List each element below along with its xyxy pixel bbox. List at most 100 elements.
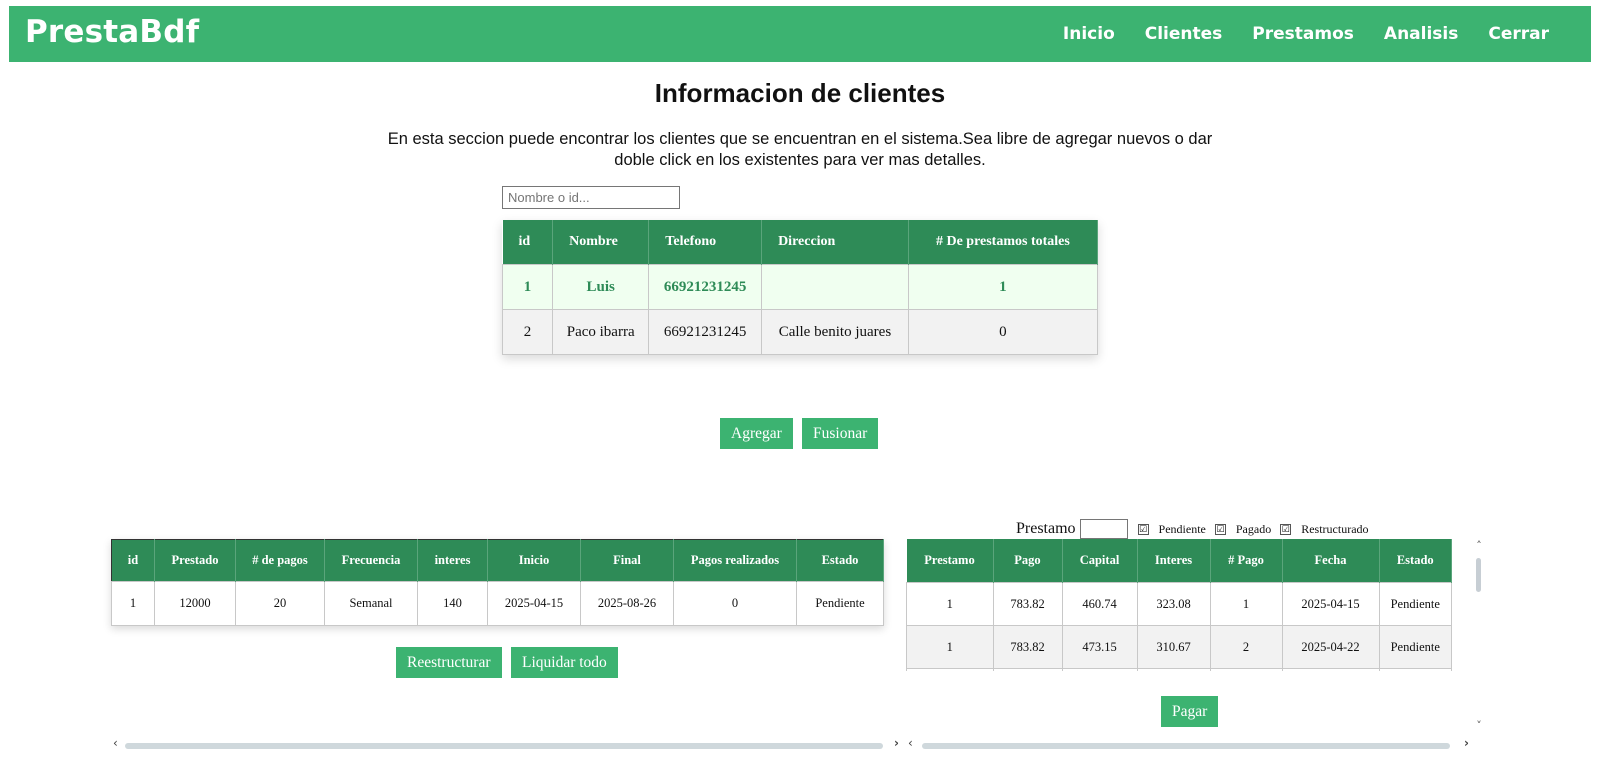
add-client-button[interactable]: Agregar: [720, 418, 793, 449]
cell-num-pago: 1: [1209, 582, 1283, 626]
cell-num-pago: 2: [1209, 625, 1283, 669]
chevron-down-icon[interactable]: ˅: [1474, 719, 1484, 732]
column-header-num-pagos: # de pagos: [235, 539, 325, 582]
page-title: Informacion de clientes: [654, 78, 946, 108]
cell-final: 2025-08-26: [580, 581, 674, 626]
nav-link-analisis[interactable]: Analisis: [1384, 24, 1458, 44]
cell-estado: Pendiente: [796, 581, 884, 626]
merge-clients-button[interactable]: Fusionar: [802, 418, 879, 449]
cell-inicio: 2025-04-15: [487, 581, 581, 626]
table-row[interactable]: 1 783.82 473.15 310.67 2 2025-04-22 Pend…: [906, 625, 1452, 669]
nav-link-inicio[interactable]: Inicio: [1063, 24, 1115, 44]
table-row[interactable]: 1 783.82 460.74 323.08 1 2025-04-15 Pend…: [906, 582, 1452, 626]
settle-all-button[interactable]: Liquidar todo: [511, 647, 618, 678]
cell-num-pagos: 20: [235, 581, 325, 626]
check-icon: ☑: [1139, 524, 1148, 535]
cell-fecha: 2025-04-22: [1281, 625, 1380, 669]
clients-table-header: id Nombre Telefono Direccion # De presta…: [502, 220, 1099, 265]
column-header-prestado: Prestado: [154, 539, 236, 582]
clients-table: id Nombre Telefono Direccion # De presta…: [501, 220, 1099, 355]
filter-restructurado-checkbox[interactable]: ☑: [1280, 523, 1292, 535]
page-description: En esta seccion puede encontrar los clie…: [387, 130, 1213, 169]
table-row[interactable]: 1 Luis 66921231245 1: [501, 264, 1099, 310]
pay-button[interactable]: Pagar: [1161, 696, 1219, 727]
column-header-prestamo: Prestamo: [906, 539, 994, 583]
cell-capital: [1061, 668, 1138, 671]
cell-fecha: 2025-04-15: [1281, 582, 1380, 626]
column-header-frecuencia: Frecuencia: [324, 539, 418, 582]
column-header-estado: Estado: [796, 539, 884, 582]
cell-estado: [1378, 668, 1452, 671]
cell-nombre: Luis: [552, 264, 650, 310]
search-input[interactable]: [502, 186, 680, 209]
cell-direccion: Calle benito juares: [761, 309, 909, 355]
cell-id: 2: [501, 309, 554, 355]
navbar: PrestaBdf Inicio Clientes Prestamos Anal…: [9, 6, 1591, 62]
restructure-button[interactable]: Reestructurar: [396, 647, 502, 678]
column-header-interes: interes: [417, 539, 488, 582]
payments-scroll-container[interactable]: Prestamo Pago Capital Interes # Pago Fec…: [906, 539, 1452, 671]
cell-num-pago: [1209, 668, 1283, 671]
cell-estado: Pendiente: [1378, 582, 1452, 626]
payments-table: Prestamo Pago Capital Interes # Pago Fec…: [906, 539, 1452, 671]
column-header-fecha: Fecha: [1282, 539, 1380, 583]
chevron-left-icon[interactable]: ‹: [113, 736, 118, 750]
cell-prestamo: 1: [906, 625, 994, 669]
column-header-num-pago: # Pago: [1210, 539, 1283, 583]
filter-pagado-checkbox[interactable]: ☑: [1214, 523, 1226, 535]
filter-restructurado-label: Restructurado: [1301, 521, 1369, 536]
chevron-left-icon[interactable]: ‹: [908, 736, 913, 750]
cell-prestado: 12000: [154, 581, 236, 626]
cell-prestamo: [906, 668, 994, 671]
column-header-pago: Pago: [993, 539, 1063, 583]
nav-link-clientes[interactable]: Clientes: [1145, 24, 1223, 44]
loan-filter-input[interactable]: [1079, 519, 1128, 539]
cell-nombre: Paco ibarra: [552, 309, 650, 355]
cell-capital: 473.15: [1061, 625, 1138, 669]
cell-id: 1: [501, 264, 554, 310]
column-header-final: Final: [580, 539, 674, 582]
nav-link-cerrar[interactable]: Cerrar: [1488, 24, 1549, 44]
cell-prestamos-totales: 1: [907, 264, 1099, 310]
scrollbar-thumb[interactable]: [125, 743, 883, 749]
scrollbar-thumb[interactable]: [1476, 558, 1481, 592]
check-icon: ☑: [1216, 524, 1225, 535]
column-header-direccion: Direccion: [761, 220, 909, 265]
column-header-pagos-realizados: Pagos realizados: [673, 539, 797, 582]
brand-logo[interactable]: PrestaBdf: [25, 14, 199, 50]
column-header-prestamos-totales: # De prestamos totales: [908, 220, 1099, 265]
column-header-capital: Capital: [1062, 539, 1138, 583]
cell-interes: 323.08: [1136, 582, 1211, 626]
scrollbar-thumb[interactable]: [922, 743, 1450, 749]
cell-estado: Pendiente: [1378, 625, 1452, 669]
column-header-interes: Interes: [1137, 539, 1211, 583]
table-row[interactable]: 2 Paco ibarra 66921231245 Calle benito j…: [501, 309, 1099, 355]
column-header-estado: Estado: [1379, 539, 1452, 583]
cell-frecuencia: Semanal: [324, 581, 418, 626]
cell-pago: 783.82: [992, 582, 1063, 626]
cell-pagos-realizados: 0: [673, 581, 797, 626]
loans-table-header: id Prestado # de pagos Frecuencia intere…: [111, 539, 884, 582]
chevron-right-icon[interactable]: ›: [894, 736, 899, 750]
payments-horizontal-scrollbar[interactable]: ‹ ›: [908, 736, 1472, 751]
chevron-right-icon[interactable]: ›: [1464, 736, 1469, 750]
column-header-id: id: [111, 539, 155, 582]
payments-vertical-scrollbar[interactable]: ˄ ˅: [1474, 539, 1484, 735]
check-icon: ☑: [1281, 524, 1290, 535]
table-row[interactable]: [906, 668, 1452, 671]
filter-pendiente-checkbox[interactable]: ☑: [1137, 523, 1149, 535]
cell-interes: 310.67: [1136, 625, 1211, 669]
column-header-inicio: Inicio: [487, 539, 581, 582]
column-header-nombre: Nombre: [552, 220, 650, 265]
table-row[interactable]: 1 12000 20 Semanal 140 2025-04-15 2025-0…: [111, 581, 884, 626]
cell-telefono: 66921231245: [648, 264, 763, 310]
filter-pendiente-label: Pendiente: [1158, 521, 1206, 536]
chevron-up-icon[interactable]: ˄: [1474, 539, 1484, 552]
cell-prestamo: 1: [906, 582, 994, 626]
filter-pagado-label: Pagado: [1235, 521, 1272, 536]
cell-prestamos-totales: 0: [907, 309, 1099, 355]
nav-link-prestamos[interactable]: Prestamos: [1252, 24, 1354, 44]
cell-interes: [1136, 668, 1211, 671]
loans-horizontal-scrollbar[interactable]: ‹ ›: [113, 736, 903, 751]
cell-id: 1: [111, 581, 155, 626]
